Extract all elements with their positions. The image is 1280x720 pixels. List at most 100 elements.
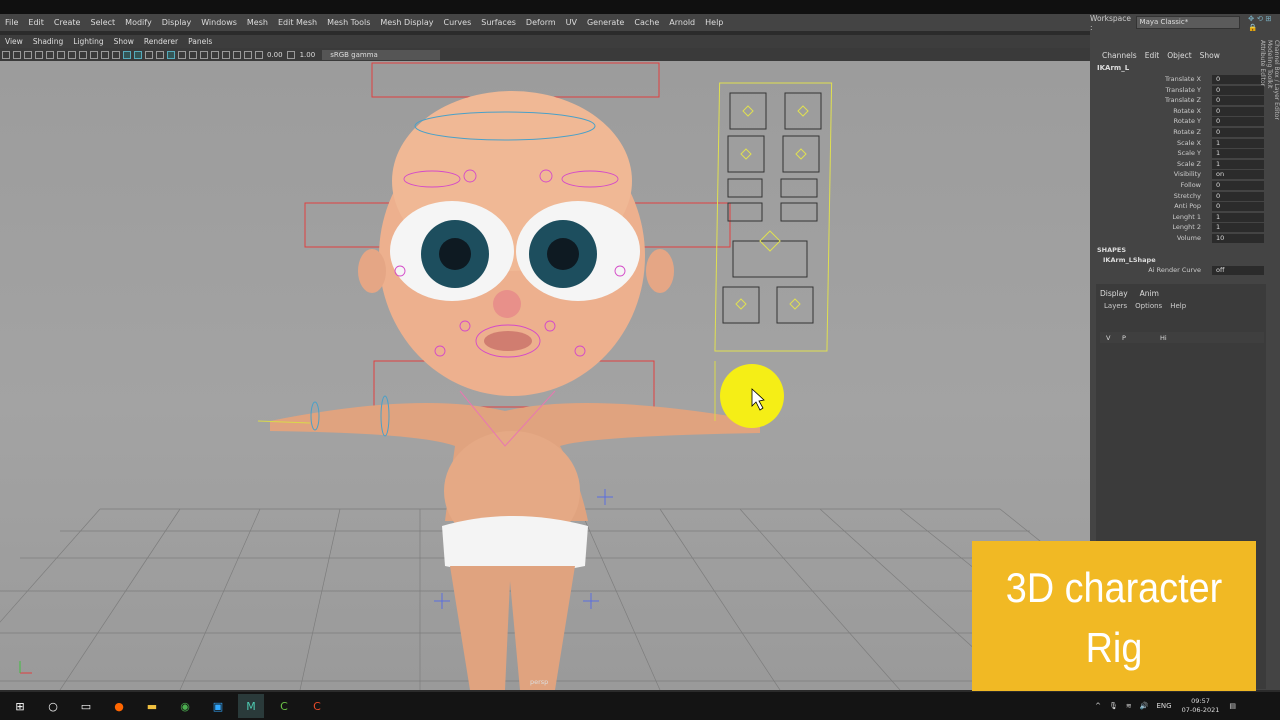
language-indicator[interactable]: ENG	[1157, 702, 1172, 710]
lights-icon[interactable]	[166, 50, 175, 59]
photoshop-icon[interactable]: ▣	[205, 694, 231, 718]
menu-surfaces[interactable]: Surfaces	[476, 18, 521, 27]
layer-name[interactable]: Hi	[1160, 334, 1167, 342]
channel-menu-object[interactable]: Object	[1167, 51, 1191, 60]
xray-icon[interactable]	[232, 50, 241, 59]
layer-menu-layers[interactable]: Layers	[1104, 302, 1127, 310]
channel-value[interactable]: 0	[1212, 96, 1264, 106]
task-view-icon[interactable]: ▭	[73, 694, 99, 718]
channel-menu-edit[interactable]: Edit	[1145, 51, 1160, 60]
channel-value[interactable]: off	[1212, 266, 1264, 275]
motion-blur-icon[interactable]	[199, 50, 208, 59]
side-tab-attribute-editor[interactable]: Attribute Editor	[1259, 40, 1266, 280]
windows-start-icon[interactable]: ⊞	[7, 694, 33, 718]
panel-menu-lighting[interactable]: Lighting	[68, 37, 108, 46]
chevron-up-icon[interactable]: ^	[1095, 702, 1101, 710]
character-body[interactable]	[270, 91, 760, 690]
channel-row-scale-z[interactable]: Scale Z 1	[1096, 159, 1264, 170]
side-tab-modeling-toolkit[interactable]: Modeling Toolkit	[1266, 40, 1273, 280]
layer-tab-anim[interactable]: Anim	[1140, 289, 1159, 298]
volume-icon[interactable]: 🔊	[1140, 702, 1149, 710]
channel-value[interactable]: 0	[1212, 75, 1264, 84]
side-tab-channel-box-layer-editor[interactable]: Channel Box / Layer Editor	[1273, 40, 1280, 280]
layer-playback-toggle[interactable]: P	[1122, 334, 1126, 342]
file-explorer-icon[interactable]: ▬	[139, 694, 165, 718]
channel-value[interactable]: 1	[1212, 138, 1264, 148]
channel-row-rotate-x[interactable]: Rotate X 0	[1096, 106, 1264, 117]
notification-icon[interactable]: ▤	[1229, 702, 1236, 710]
safe-action-icon[interactable]	[100, 50, 109, 59]
channel-value[interactable]: 0	[1212, 181, 1264, 190]
wifi-icon[interactable]: ≋	[1126, 702, 1132, 710]
layer-menu-help[interactable]: Help	[1170, 302, 1186, 310]
menu-deform[interactable]: Deform	[521, 18, 561, 27]
menu-mesh-tools[interactable]: Mesh Tools	[322, 18, 375, 27]
exposure-icon[interactable]	[254, 50, 263, 59]
channel-row-lenght-1[interactable]: Lenght 1 1	[1096, 212, 1264, 223]
perspective-viewport[interactable]: persp	[0, 61, 1090, 690]
shadows-icon[interactable]	[177, 50, 186, 59]
channel-value[interactable]: on	[1212, 170, 1264, 180]
menu-curves[interactable]: Curves	[438, 18, 476, 27]
isolate-select-icon[interactable]	[221, 50, 230, 59]
channel-row-anti-pop[interactable]: Anti Pop 0	[1096, 202, 1264, 212]
channel-row-translate-y[interactable]: Translate Y 0	[1096, 85, 1264, 96]
microphone-icon[interactable]: 🎙	[1109, 702, 1118, 710]
exposure-field[interactable]: 0.00	[267, 51, 283, 59]
channel-value[interactable]: 10	[1212, 234, 1264, 243]
menu-generate[interactable]: Generate	[582, 18, 629, 27]
maya-icon[interactable]: M	[238, 694, 264, 718]
channel-row-lenght-2[interactable]: Lenght 2 1	[1096, 223, 1264, 233]
channel-row-translate-x[interactable]: Translate X 0	[1096, 75, 1264, 85]
layer-tab-display[interactable]: Display	[1100, 289, 1128, 298]
firefox-icon[interactable]: ●	[106, 694, 132, 718]
camera-attr-icon[interactable]	[12, 50, 21, 59]
channel-value[interactable]: 0	[1212, 202, 1264, 212]
resolution-gate-icon[interactable]	[67, 50, 76, 59]
safe-title-icon[interactable]	[111, 50, 120, 59]
menu-mesh[interactable]: Mesh	[242, 18, 273, 27]
bookmark-icon[interactable]	[23, 50, 32, 59]
field-chart-icon[interactable]	[89, 50, 98, 59]
channel-row-follow[interactable]: Follow 0	[1096, 181, 1264, 191]
smooth-shade-icon[interactable]	[133, 50, 142, 59]
workspace-dropdown[interactable]: Maya Classic*	[1135, 16, 1241, 29]
channel-row-ai-render-curve[interactable]: Ai Render Curve off	[1096, 266, 1264, 276]
channel-menu-show[interactable]: Show	[1200, 51, 1220, 60]
menu-create[interactable]: Create	[49, 18, 86, 27]
panel-menu-show[interactable]: Show	[109, 37, 139, 46]
chrome-icon[interactable]: ◉	[172, 694, 198, 718]
channel-value[interactable]: 1	[1212, 149, 1264, 159]
camtasia-green-icon[interactable]: C	[271, 694, 297, 718]
layer-row[interactable]: V P Hi	[1100, 332, 1264, 343]
camera-select-icon[interactable]	[1, 50, 10, 59]
ambient-occlusion-icon[interactable]	[188, 50, 197, 59]
channel-value[interactable]: 1	[1212, 212, 1264, 222]
textured-icon[interactable]	[155, 50, 164, 59]
menu-edit-mesh[interactable]: Edit Mesh	[273, 18, 322, 27]
menu-arnold[interactable]: Arnold	[664, 18, 700, 27]
anti-alias-icon[interactable]	[210, 50, 219, 59]
gate-mask-icon[interactable]	[78, 50, 87, 59]
menu-modify[interactable]: Modify	[120, 18, 157, 27]
panel-menu-shading[interactable]: Shading	[28, 37, 68, 46]
xray-joints-icon[interactable]	[243, 50, 252, 59]
menu-display[interactable]: Display	[157, 18, 197, 27]
channel-value[interactable]: 0	[1212, 117, 1264, 127]
colorspace-dropdown[interactable]: sRGB gamma	[322, 49, 441, 60]
wireframe-on-shaded-icon[interactable]	[144, 50, 153, 59]
channel-row-visibility[interactable]: Visibility on	[1096, 170, 1264, 180]
search-icon[interactable]: ○	[40, 694, 66, 718]
menu-uv[interactable]: UV	[561, 18, 582, 27]
facial-gui-panel[interactable]	[714, 82, 833, 352]
layer-menu-options[interactable]: Options	[1135, 302, 1162, 310]
menu-file[interactable]: File	[0, 18, 23, 27]
channel-row-rotate-z[interactable]: Rotate Z 0	[1096, 128, 1264, 138]
menu-edit[interactable]: Edit	[23, 18, 49, 27]
panel-menu-view[interactable]: View	[0, 37, 28, 46]
layer-visibility-toggle[interactable]: V	[1106, 334, 1110, 342]
menu-mesh-display[interactable]: Mesh Display	[375, 18, 438, 27]
workspace-icons[interactable]: ✥ ⟲ ⊞ 🔒	[1248, 14, 1280, 32]
channel-value[interactable]: 0	[1212, 191, 1264, 201]
clock[interactable]: 09:57 07-06-2021	[1182, 697, 1220, 715]
